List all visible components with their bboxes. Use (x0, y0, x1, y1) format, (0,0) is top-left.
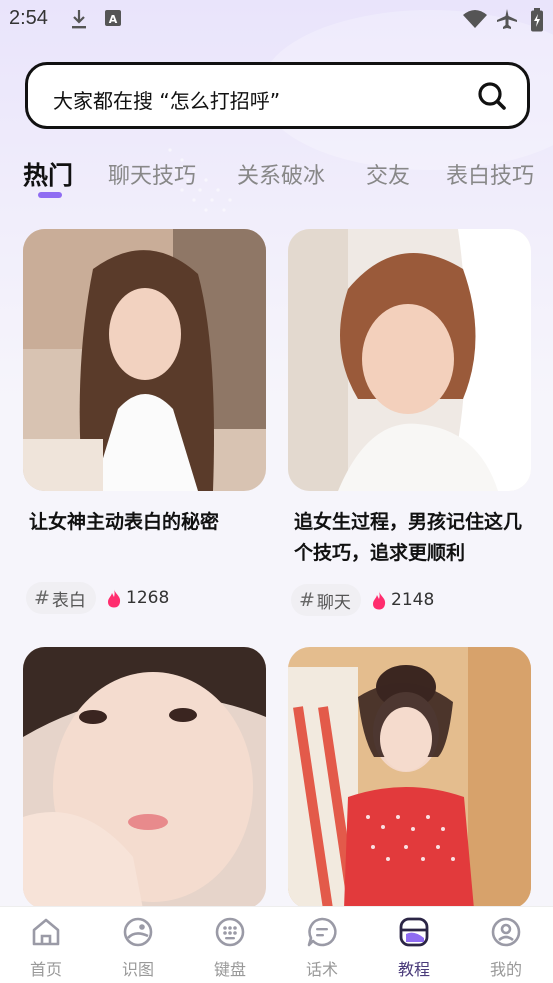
nav-label: 教程 (397, 960, 430, 979)
svg-text:A: A (109, 13, 118, 26)
nav-label: 话术 (305, 960, 338, 979)
article-card[interactable] (288, 647, 532, 909)
search-placeholder: 大家都在搜 “怎么打招呼” (53, 89, 281, 113)
image-recognition-icon (123, 917, 153, 947)
download-icon (72, 10, 86, 29)
bottom-navigation: 首页 识图 键盘 话术 教程 我的 (0, 906, 553, 983)
card-meta: # 聊天 2148 (291, 584, 531, 616)
home-icon (32, 918, 60, 946)
nav-profile[interactable]: 我的 (460, 907, 552, 983)
flame-icon (373, 591, 386, 610)
profile-icon (491, 917, 521, 947)
tab-hot[interactable]: 热门 (23, 156, 73, 192)
nav-tutorial[interactable]: 教程 (368, 907, 460, 983)
wifi-icon (463, 10, 487, 28)
nav-keyboard[interactable]: 键盘 (184, 907, 276, 983)
likes-value: 2148 (391, 590, 435, 610)
nav-image-recognition[interactable]: 识图 (92, 907, 184, 983)
tag-label: 聊天 (316, 592, 351, 613)
nav-label: 首页 (29, 960, 62, 979)
nav-label: 我的 (489, 960, 522, 979)
active-tab-indicator (38, 192, 62, 198)
tag-chip[interactable]: # 表白 (26, 582, 96, 614)
card-image-woman-white-top[interactable] (23, 229, 266, 491)
likes-count: 1268 (106, 582, 169, 614)
chat-script-icon (307, 917, 337, 947)
status-bar: 2:54 A (0, 0, 553, 40)
search-bar[interactable]: 大家都在搜 “怎么打招呼” (25, 62, 530, 129)
card-meta: # 表白 1268 (26, 582, 266, 614)
tab-icebreak[interactable]: 关系破冰 (237, 158, 325, 190)
tab-confession-skills[interactable]: 表白技巧 (446, 158, 534, 190)
tutorial-icon (399, 917, 429, 947)
search-icon[interactable] (477, 81, 507, 111)
nav-label: 识图 (121, 960, 154, 979)
likes-value: 1268 (126, 588, 170, 608)
tag-label: 表白 (51, 590, 86, 611)
nav-chat-script[interactable]: 话术 (276, 907, 368, 983)
keyboard-icon (215, 917, 245, 947)
article-card[interactable]: 追女生过程，男孩记住这几个技巧，追求更顺利 # 聊天 2148 (288, 229, 532, 619)
card-image-woman-closeup[interactable] (23, 647, 266, 909)
airplane-icon (497, 9, 517, 29)
card-image-woman-red-dress[interactable] (288, 647, 531, 909)
nav-home[interactable]: 首页 (0, 907, 92, 983)
card-title: 追女生过程，男孩记住这几个技巧，追求更顺利 (294, 511, 523, 564)
tab-chat-skills[interactable]: 聊天技巧 (108, 158, 196, 190)
card-image-woman-bathrobe[interactable] (288, 229, 531, 491)
tab-dating[interactable]: 交友 (366, 158, 410, 190)
card-title: 让女神主动表白的秘密 (29, 511, 220, 533)
status-time: 2:54 (9, 7, 48, 29)
nav-label: 键盘 (213, 960, 246, 979)
battery-icon (531, 8, 543, 32)
category-tabs: 热门 聊天技巧 关系破冰 交友 表白技巧 (0, 154, 553, 204)
flame-icon (108, 589, 121, 608)
article-card[interactable]: 让女神主动表白的秘密 # 表白 1268 (23, 229, 267, 619)
tag-chip[interactable]: # 聊天 (291, 584, 361, 616)
likes-count: 2148 (371, 584, 434, 616)
hash-icon: # (34, 587, 50, 609)
hash-icon: # (299, 589, 315, 611)
article-card[interactable] (23, 647, 267, 909)
keyboard-a-icon: A (105, 10, 121, 26)
